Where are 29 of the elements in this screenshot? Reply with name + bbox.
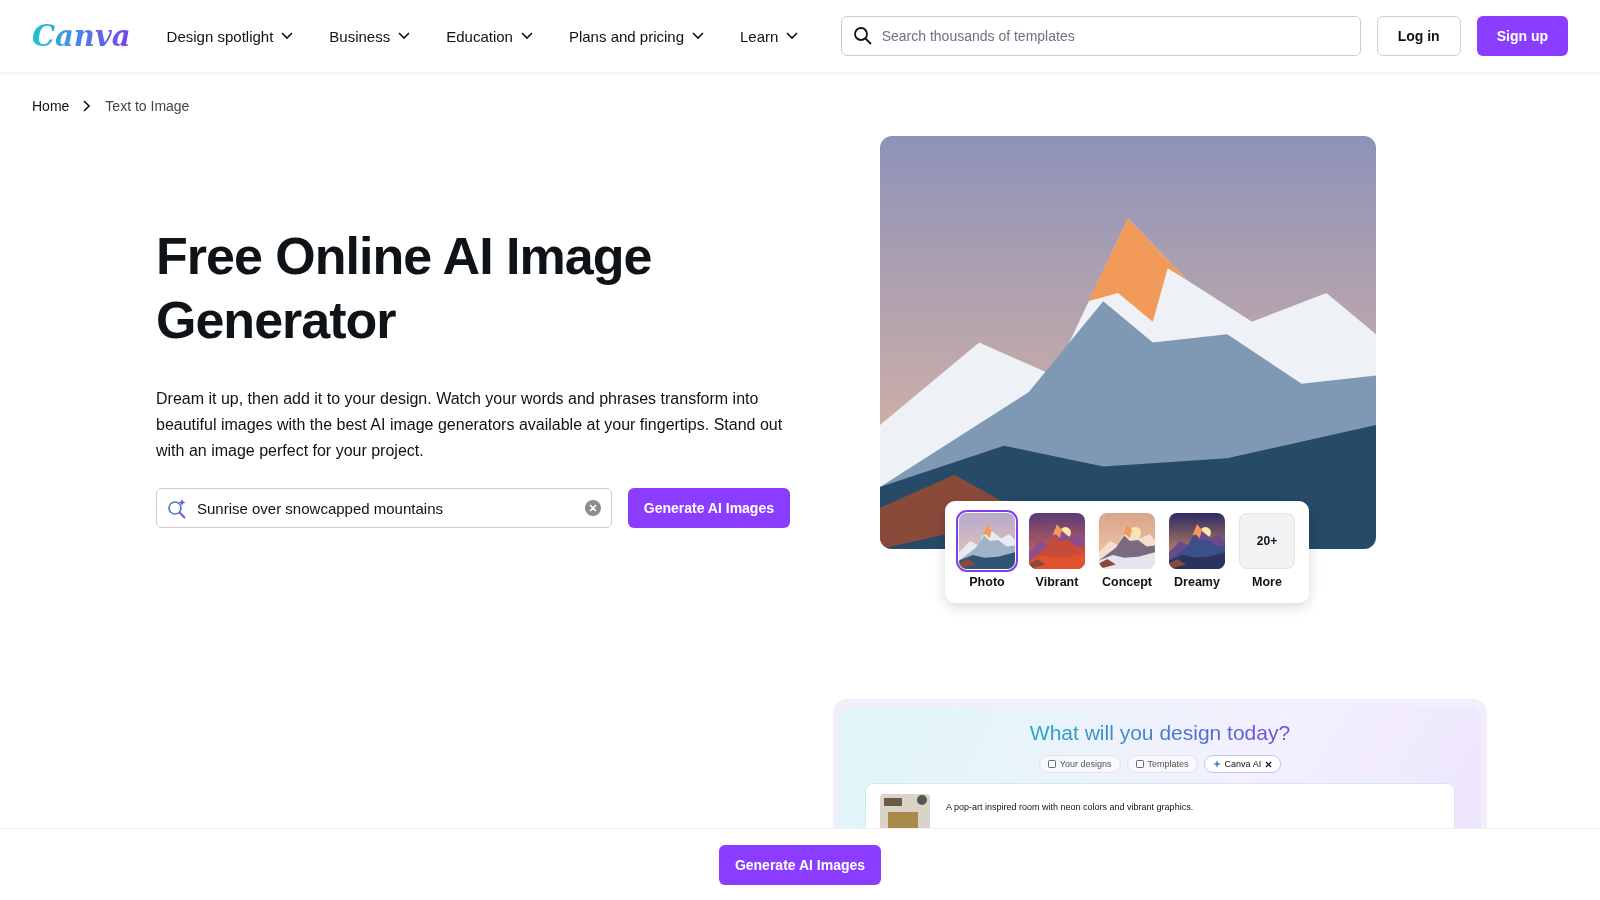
chevron-down-icon [786,32,799,40]
chevron-down-icon [520,32,533,40]
breadcrumb-link[interactable]: Home [32,98,70,114]
breadcrumb-link[interactable]: Text to Image [105,98,190,114]
chevron-right-icon [83,100,92,112]
magic-search-icon [166,497,188,519]
nav-item[interactable]: Plans and pricing [568,19,704,53]
description: Dream it up, then add it to your design. Watch your words and phrases transform into beautiful images with the best AI image generators available at your fingertips. Stand out with an image perfect for your project. [156,389,784,461]
clear-icon[interactable] [583,499,602,517]
chevron-down-icon [398,32,411,40]
signup-button[interactable]: Sign up [1476,16,1568,56]
login-button[interactable]: Log in [1376,16,1461,56]
nav-item[interactable]: Business [329,19,411,53]
generate-button[interactable]: Generate AI Images [627,488,790,528]
filter-chip[interactable]: Your designs [1038,755,1121,773]
search-field[interactable]: Search thousands of templates [840,16,1361,56]
chevron-down-icon [281,32,294,40]
nav-item[interactable]: Learn [740,19,799,53]
filter-chip[interactable]: Templates [1126,755,1198,773]
nav-item[interactable]: Education [446,19,533,53]
chevron-down-icon [692,32,704,40]
close-icon[interactable] [1265,760,1273,768]
filter-chip[interactable]: Canva AI [1203,755,1282,773]
prompt-text: A pop-art inspired room with neon colors and vibrant graphics. [946,802,1194,812]
prompt-field[interactable]: Sunrise over snowcapped mountains [156,488,612,528]
generate-button[interactable]: Generate AI Images [718,844,882,885]
sparkle-icon [1212,760,1221,768]
page-title: Free Online AI Image Generator [156,226,653,351]
nav-item[interactable]: Design spotlight [166,19,294,53]
